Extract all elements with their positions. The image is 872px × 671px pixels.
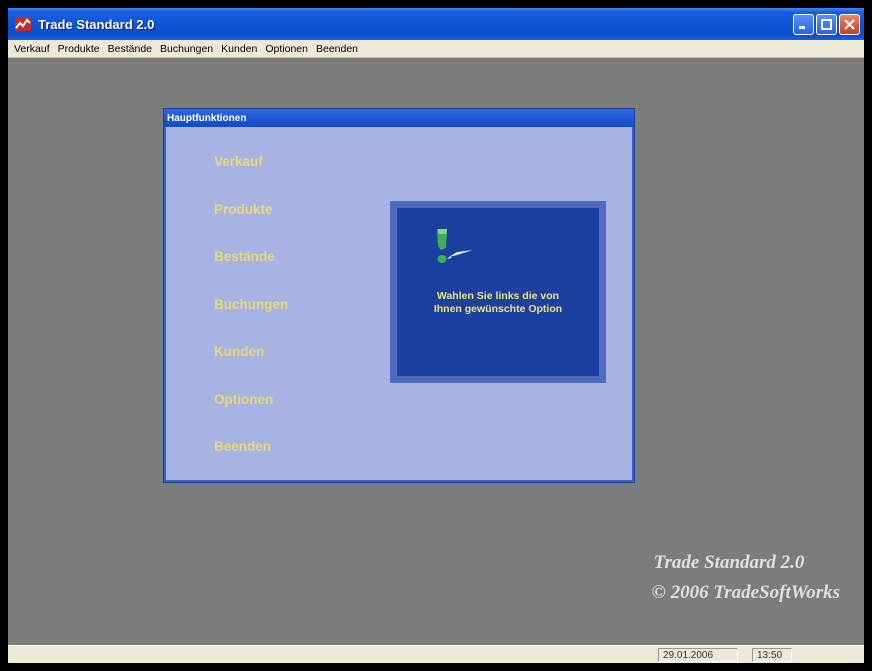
menu-verkauf[interactable]: Verkauf — [10, 43, 54, 55]
menu-produkte[interactable]: Produkte — [54, 43, 104, 55]
pointer-hand-icon — [437, 229, 473, 263]
branding-product: Trade Standard 2.0 — [653, 552, 805, 573]
function-kunden[interactable]: Kunden — [214, 344, 288, 392]
maximize-icon — [821, 19, 832, 30]
branding-copyright: © 2006 TradeSoftWorks — [651, 582, 840, 603]
info-text: Wahlen Sie links die von Ihnen gewünscht… — [433, 290, 563, 315]
close-icon — [844, 19, 855, 30]
status-time: 13:50 — [752, 648, 792, 662]
menu-bestaende[interactable]: Bestände — [104, 43, 156, 55]
close-button[interactable] — [839, 14, 860, 35]
status-date: 29.01.2006 — [658, 648, 738, 662]
minimize-button[interactable] — [793, 14, 814, 35]
status-bar: 29.01.2006 13:50 — [8, 645, 864, 663]
menu-buchungen[interactable]: Buchungen — [156, 43, 217, 55]
panel-title: Hauptfunktionen — [164, 109, 634, 127]
maximize-button[interactable] — [816, 14, 837, 35]
function-verkauf[interactable]: Verkauf — [214, 154, 288, 202]
menu-optionen[interactable]: Optionen — [261, 43, 312, 55]
minimize-icon — [799, 26, 805, 29]
menu-beenden[interactable]: Beenden — [312, 43, 362, 55]
app-icon — [15, 17, 31, 31]
function-list: Verkauf Produkte Bestände Buchungen Kund… — [214, 154, 288, 487]
function-beenden[interactable]: Beenden — [214, 439, 288, 487]
title-bar[interactable]: Trade Standard 2.0 — [8, 8, 864, 40]
window-title: Trade Standard 2.0 — [38, 16, 155, 32]
info-box: Wahlen Sie links die von Ihnen gewünscht… — [390, 201, 606, 383]
function-produkte[interactable]: Produkte — [214, 202, 288, 250]
window-controls — [793, 14, 860, 35]
function-optionen[interactable]: Optionen — [214, 392, 288, 440]
info-box-inner: Wahlen Sie links die von Ihnen gewünscht… — [397, 208, 599, 376]
branding: Trade Standard 2.0 © 2006 TradeSoftWorks — [652, 548, 840, 608]
menu-bar: Verkauf Produkte Bestände Buchungen Kund… — [8, 40, 864, 58]
function-buchungen[interactable]: Buchungen — [214, 297, 288, 345]
function-bestaende[interactable]: Bestände — [214, 249, 288, 297]
menu-kunden[interactable]: Kunden — [217, 43, 261, 55]
main-functions-panel: Hauptfunktionen Verkauf Produkte Beständ… — [163, 108, 635, 483]
app-window: Trade Standard 2.0 Verkauf Produkte Best… — [8, 8, 864, 663]
